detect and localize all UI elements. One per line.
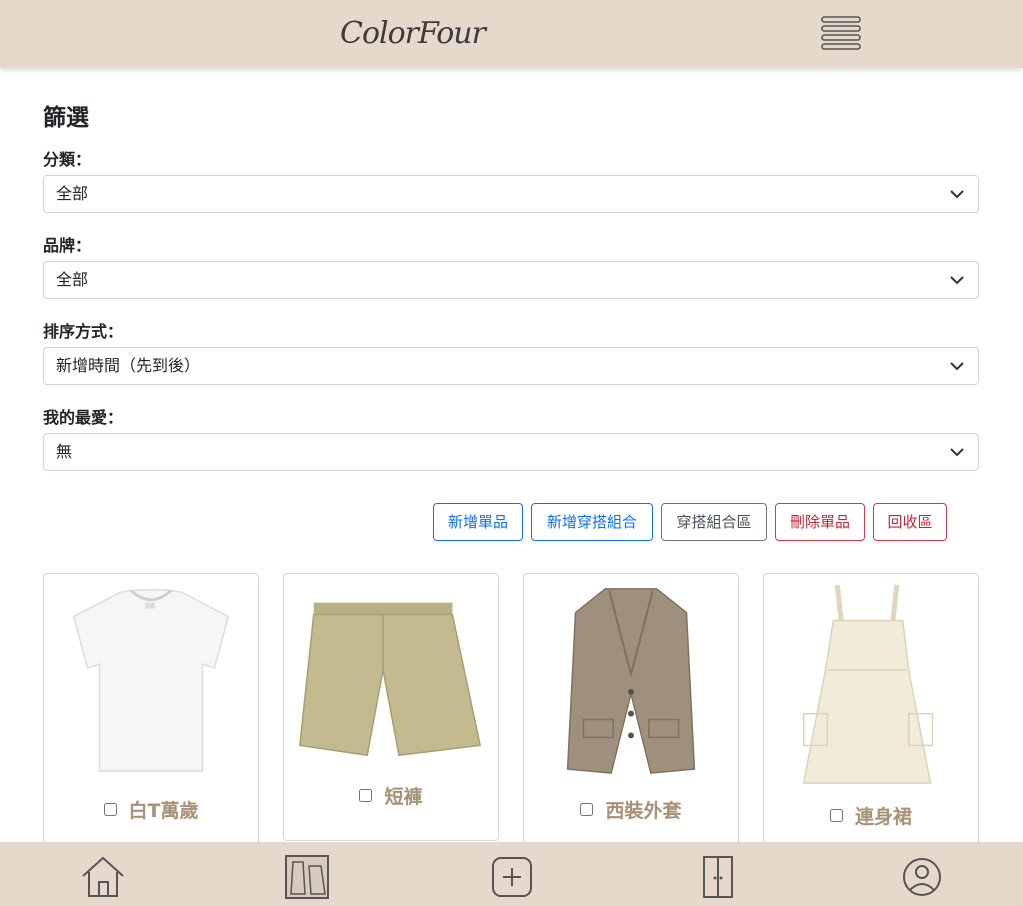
- item-name: 連身裙: [854, 806, 912, 828]
- category-select-value: 全部: [56, 184, 89, 203]
- chevron-down-icon: [950, 362, 964, 371]
- item-card[interactable]: 短褲: [283, 573, 499, 841]
- item-checkbox[interactable]: [359, 789, 373, 802]
- brand-label: 品牌：: [43, 236, 92, 255]
- chevron-down-icon: [950, 276, 964, 285]
- category-label: 分類：: [43, 150, 92, 169]
- item-checkbox[interactable]: [103, 803, 117, 816]
- khaki-shorts-image: [299, 602, 482, 757]
- item-card[interactable]: 西裝外套: [523, 573, 739, 863]
- cream-dress-image: [802, 584, 934, 784]
- chevron-down-icon: [950, 190, 964, 199]
- closet-icon[interactable]: [694, 854, 742, 900]
- recycle-bin-button[interactable]: 回收區: [873, 503, 947, 541]
- item-name: 短褲: [384, 786, 423, 808]
- top-navbar: ColorFour: [0, 0, 1023, 68]
- item-name: 白T萬歲: [128, 800, 199, 822]
- app-logo[interactable]: ColorFour: [340, 12, 486, 56]
- home-icon[interactable]: [79, 854, 127, 900]
- item-checkbox[interactable]: [829, 809, 843, 822]
- favorite-select[interactable]: 無: [43, 433, 979, 471]
- filter-title: 篩選: [43, 105, 89, 131]
- favorite-label: 我的最愛：: [43, 408, 124, 427]
- suit-jacket-image: [566, 588, 696, 774]
- chevron-down-icon: [950, 448, 964, 457]
- brand-select[interactable]: 全部: [43, 261, 979, 299]
- outfit-zone-button[interactable]: 穿搭組合區: [661, 503, 767, 541]
- favorite-select-value: 無: [56, 442, 73, 461]
- sort-select-value: 新增時間（先到後）: [56, 356, 201, 375]
- wardrobe-outfits-icon[interactable]: [283, 854, 331, 900]
- sort-label: 排序方式：: [43, 322, 124, 341]
- item-name: 西裝外套: [605, 800, 682, 822]
- sort-select[interactable]: 新增時間（先到後）: [43, 347, 979, 385]
- item-card[interactable]: 白T萬歲: [43, 573, 259, 863]
- category-select[interactable]: 全部: [43, 175, 979, 213]
- bottom-navbar: [0, 842, 1023, 906]
- brand-select-value: 全部: [56, 270, 89, 289]
- hamburger-menu-icon[interactable]: [821, 16, 861, 50]
- add-item-button[interactable]: 新增單品: [433, 503, 523, 541]
- item-checkbox[interactable]: [580, 803, 594, 816]
- add-icon[interactable]: [488, 854, 536, 900]
- delete-item-button[interactable]: 刪除單品: [775, 503, 865, 541]
- white-tshirt-image: [72, 589, 230, 772]
- item-card[interactable]: 連身裙: [763, 573, 979, 869]
- user-profile-icon[interactable]: [898, 854, 946, 900]
- add-outfit-button[interactable]: 新增穿搭組合: [531, 503, 653, 541]
